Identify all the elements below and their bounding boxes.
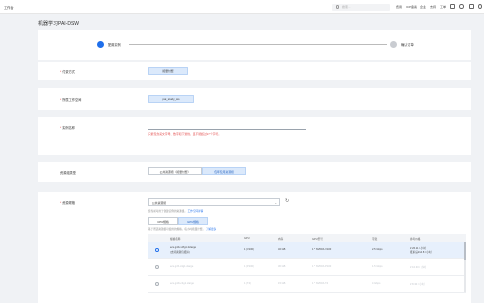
step-1-dot [97,40,104,48]
spec-gpu: 1 (V100) [244,248,254,251]
chevron-down-icon: ⌄ [274,200,277,205]
spec-table-header: 规格名称 GPU 内存 GPU型号 带宽 参考价格 [148,234,466,242]
spec-gpu: 1 (T4) [244,282,251,285]
resource-spec-label: *资源规格 [60,201,75,205]
row-radio [155,282,159,286]
tab-cpu-spec[interactable]: CPU规格 [148,217,178,225]
billing-label: *付费方式 [60,70,75,74]
search-box[interactable]: 搜索... [332,3,390,11]
step-2-label: 确认订单 [401,43,414,48]
nav-ticket[interactable]: 工单 [440,5,446,9]
page-title: 机器学习PAI-DSW [38,21,80,27]
table-row: ecs.gn5-c4g1.xlarge 1 (P100) 30 GB 1 * N… [148,259,466,276]
workspace-detail-link[interactable]: 工作空间详情 [188,210,204,213]
table-row[interactable]: ecs.gn6v-c8g1.2xlarge (支持资源包抵扣) 1 (V100)… [148,242,466,259]
spec-price: ¥ 10.30 / 小时 [410,266,427,269]
tab-gpu-spec[interactable]: GPU规格 [178,217,208,225]
instance-name-label: *实例名称 [60,126,75,130]
nav-billing[interactable]: 费用 [396,5,402,9]
spec-bandwidth: 1.5 Gbps [372,265,383,268]
billing-section: *付费方式 按量付费 [38,62,471,80]
step-indicator: 配置实例 确认订单 [38,30,471,60]
instance-name-section: *实例名称 只能包含英文字母、数字和下划线，且不能超过27个字符。 [38,117,471,155]
learn-more-link[interactable]: 了解更多 [206,228,216,231]
col-bandwidth: 带宽 [372,237,378,241]
spec-model: 1 * NVIDIA V100 [312,248,332,251]
step-connector [129,43,387,45]
avatar-icon[interactable] [478,4,482,9]
spec-model: 1 * NVIDIA T4 [312,282,329,285]
spec-price-sub: 抵扣后¥14.8 / 小时 [410,251,432,254]
nav-support[interactable]: 支持 [430,5,436,9]
spec-name: ecs.gn6i-c4g1.xlarge [170,282,194,285]
spec-model: 1 * NVIDIA P100 [312,265,332,268]
spec-memory: 30 GB [278,265,286,268]
spec-price: ¥ 26.11 / 小时 [410,246,426,250]
spec-price: ¥ 8.30 / 小时 [410,283,425,286]
workspace-link[interactable]: 工作台 [4,5,14,10]
spec-name: ecs.gn5-c4g1.xlarge [170,265,194,268]
billing-option[interactable]: 按量付费 [148,67,188,75]
spec-memory: 15 GB [278,282,286,285]
col-name: 规格名称 [170,237,181,241]
cart-icon[interactable] [469,4,474,9]
nav-enterprise[interactable]: 企业 [420,5,426,9]
row-radio[interactable] [155,248,159,252]
step-1-label: 配置实例 [108,43,121,48]
nav-icp[interactable]: ICP备案 [406,5,417,9]
spec-name: ecs.gn6v-c8g1.2xlarge [170,245,197,249]
refresh-icon[interactable]: ↻ [285,198,289,204]
workspace-section: *所属工作空间 pai_study_ws [38,88,471,110]
spec-sub: (支持资源包抵扣) [170,251,190,254]
table-row: ecs.gn6i-c4g1.xlarge 1 (T4) 15 GB 1 * NV… [148,276,466,293]
search-icon [335,5,339,9]
spec-bandwidth: 4 Gbps [372,282,381,285]
resource-type-subscription[interactable]: 包年包月资源组 [202,167,246,175]
spec-gpu: 1 (P100) [244,265,254,268]
resource-type-public[interactable]: 公共资源组（按量付费） [148,167,202,175]
workspace-label: *所属工作空间 [60,98,82,102]
col-gpu: GPU [244,236,250,240]
col-memory: 内存 [278,237,284,241]
spec-bandwidth: 2.5 Gbps [372,248,383,251]
resource-type-label: 资源组类型 [60,171,76,175]
spec-memory: 32 GB [278,248,286,251]
resource-type-section: 资源组类型 公共资源组（按量付费） 包年包月资源组 [38,162,471,182]
col-gpu-model: GPU型号 [312,237,323,241]
search-placeholder: 搜索... [342,5,351,10]
table-scrollbar-thumb[interactable] [464,242,466,260]
row-radio [155,265,159,269]
resource-group-value: 公共资源组 [152,200,166,205]
instance-name-error: 只能包含英文字母、数字和下划线，且不能超过27个字符。 [148,132,222,136]
resource-hint: 您当前可用于创建实例的资源组。 工作空间详情 [148,210,204,213]
message-icon[interactable] [450,4,455,9]
resource-spec-section: *资源规格 公共资源组 ⌄ ↻ 您当前可用于创建实例的资源组。 工作空间详情 C… [38,192,471,303]
col-price: 参考价格 [410,237,421,241]
workspace-option[interactable]: pai_study_ws [148,95,194,103]
spec-hint: 基于所选资源组可使用的规格，每小时按量计费。 了解更多 [148,228,217,231]
instance-name-input[interactable] [148,123,306,130]
step-2-dot [390,40,397,48]
help-icon[interactable] [459,4,464,9]
top-bar: 工作台 搜索... 费用 ICP备案 企业 支持 工单 [0,0,484,14]
resource-group-select[interactable]: 公共资源组 ⌄ [148,198,280,206]
